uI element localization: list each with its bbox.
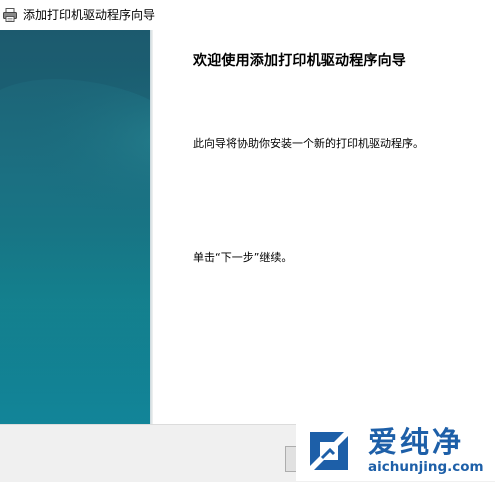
wizard-side-banner bbox=[0, 30, 150, 424]
watermark-logo-icon bbox=[304, 426, 354, 476]
wizard-continue-hint: 单击“下一步”继续。 bbox=[193, 251, 293, 264]
printer-icon bbox=[2, 7, 18, 23]
watermark: 爱纯净 aichunjing.com bbox=[296, 423, 495, 481]
wizard-description: 此向导将协助你安装一个新的打印机驱动程序。 bbox=[193, 137, 424, 150]
title-bar: 添加打印机驱动程序向导 bbox=[0, 0, 495, 30]
banner-divider bbox=[150, 30, 153, 424]
wizard-heading: 欢迎使用添加打印机驱动程序向导 bbox=[193, 53, 406, 69]
window-title: 添加打印机驱动程序向导 bbox=[23, 8, 156, 22]
watermark-url: aichunjing.com bbox=[368, 459, 484, 475]
watermark-brand: 爱纯净 bbox=[368, 425, 465, 459]
